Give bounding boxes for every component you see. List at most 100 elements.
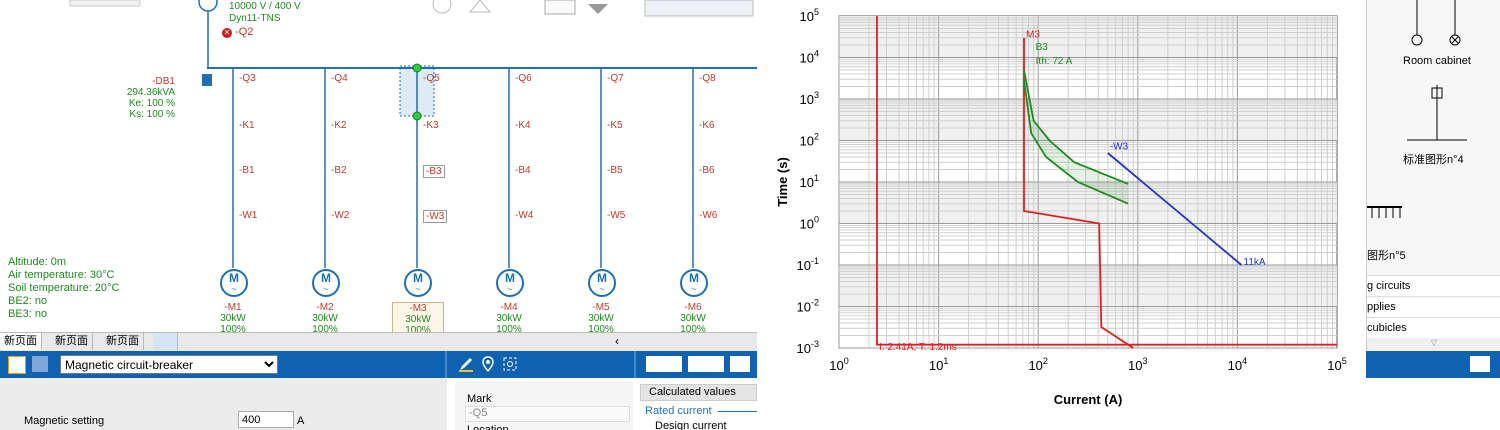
feeder-b-label[interactable]: -B1: [239, 165, 255, 176]
page-tab-1[interactable]: 新页面: [0, 333, 42, 350]
library-item-supplies[interactable]: pplies: [1367, 296, 1500, 317]
motor-symbol[interactable]: M ~: [312, 269, 340, 297]
magnetic-setting-input[interactable]: [238, 411, 294, 428]
annotation-label: Ith: 72 A: [1036, 56, 1073, 67]
x-tick-label: 103: [1128, 356, 1147, 373]
feeder-q-label[interactable]: -Q3: [239, 73, 256, 84]
page-tab-2[interactable]: 新页面: [51, 333, 93, 350]
feeder-w-label[interactable]: -W2: [331, 210, 349, 221]
motor-symbol[interactable]: M ~: [404, 269, 432, 297]
motor-symbol[interactable]: M ~: [496, 269, 524, 297]
motor-symbol[interactable]: M ~: [220, 269, 248, 297]
feeder-k-label[interactable]: -K3: [423, 120, 439, 131]
tripping-curve-chart[interactable]: 100 101 102 103 104 105 10-3 10-2 10-1 100 101 102 1…: [757, 0, 1366, 430]
motor-motor: -M1: [224, 302, 242, 313]
motor-info[interactable]: -M4 30kW 100%: [484, 302, 534, 332]
motor-symbol-tilde: ~: [507, 284, 513, 294]
toolbar-divider: [445, 351, 447, 378]
room-cabinet-label: Room cabinet: [1403, 55, 1471, 67]
motor-info[interactable]: -M1 30kW 100%: [208, 302, 258, 332]
motor-power: 30kW: [588, 313, 614, 324]
component-type-select[interactable]: Magnetic circuit-breaker: [60, 355, 278, 374]
motor-symbol-tilde: ~: [599, 284, 605, 294]
location-pin-icon[interactable]: [480, 356, 496, 372]
motor-info[interactable]: -M5 30kW 100%: [576, 302, 626, 332]
motor-info[interactable]: -M6 30kW 100%: [668, 302, 718, 332]
room-cabinet-symbol[interactable]: [1411, 0, 1461, 46]
add-page-icon[interactable]: [153, 333, 178, 350]
feeder-b-label[interactable]: -B6: [699, 165, 715, 176]
motor-symbol-tilde: ~: [415, 284, 421, 294]
library-item-circuits[interactable]: g circuits: [1367, 275, 1500, 296]
feeder-k-label[interactable]: -K6: [699, 120, 715, 131]
library-item-cubicles[interactable]: cubicles: [1367, 317, 1500, 338]
schematic-canvas[interactable]: 10000 V / 400 V Dyn11-TNS ✕ -Q2 -DB1 294…: [0, 0, 757, 332]
feeder-b-label[interactable]: -B2: [331, 165, 347, 176]
selection-handle[interactable]: [412, 63, 422, 73]
standard-shape-5-label: 图形n°5: [1367, 250, 1406, 262]
feeder-q-label[interactable]: -Q4: [331, 73, 348, 84]
motor-info[interactable]: -M3 30kW 100%: [392, 302, 444, 332]
mark-field[interactable]: -Q5: [465, 406, 630, 422]
environment-info: Altitude: 0m Air temperature: 30°C Soil …: [8, 256, 119, 321]
rated-current-rule: [718, 411, 757, 412]
motor-motor: -M3: [409, 303, 427, 314]
panel-gap: [447, 378, 455, 430]
y-tick-label: 105: [800, 7, 819, 24]
feeder-w-label[interactable]: -W1: [239, 210, 257, 221]
feeder-w-label[interactable]: -W3: [423, 210, 448, 223]
design-current-label: Design current: [655, 420, 727, 430]
extra-view-icon[interactable]: [730, 356, 750, 372]
magnetic-setting-unit: A: [297, 415, 305, 427]
motor-symbol[interactable]: M ~: [588, 269, 616, 297]
layout-icon[interactable]: [1470, 356, 1490, 372]
chevron-left-icon[interactable]: ‹: [615, 334, 619, 348]
pen-icon[interactable]: [458, 356, 474, 372]
motor-motor: -M2: [316, 302, 334, 313]
feeder-q-label[interactable]: -Q7: [607, 73, 624, 84]
standard-shape-4-symbol[interactable]: [1407, 85, 1467, 141]
standard-shape-5-symbol[interactable]: [1367, 206, 1402, 218]
feeder-b-label[interactable]: -B4: [515, 165, 531, 176]
motor-symbol-letter: M: [229, 271, 239, 285]
env-air-temp: Air temperature: 30°C: [8, 269, 115, 281]
symbol-previews: [1367, 0, 1467, 218]
annotation-label: -W3: [1110, 142, 1129, 153]
y-tick-label: 101: [800, 173, 819, 190]
feeder-q-label[interactable]: -Q6: [515, 73, 532, 84]
table-view-icon[interactable]: [646, 356, 682, 372]
feeder-k-label[interactable]: -K5: [607, 120, 623, 131]
y-tick-label: 10-2: [797, 298, 819, 315]
page-tab-3[interactable]: 新页面: [102, 333, 144, 350]
feeder-k-label[interactable]: -K1: [239, 120, 255, 131]
expand-icon[interactable]: ▽: [1367, 338, 1500, 351]
motor-symbol[interactable]: M ~: [680, 269, 708, 297]
feeder-w-label[interactable]: -W4: [515, 210, 533, 221]
feeder-k-label[interactable]: -K4: [515, 120, 531, 131]
x-tick-label: 100: [829, 356, 848, 373]
calculated-values-panel: Calculated values Rated current Design c…: [640, 382, 757, 430]
mark-label: Mark: [467, 393, 492, 405]
feeder-k-label[interactable]: -K2: [331, 120, 347, 131]
feeder-q-label[interactable]: -Q8: [699, 73, 716, 84]
annotation-label: I: 2.41A, T: 1.2ms: [879, 342, 957, 353]
motor-symbol-letter: M: [413, 271, 423, 285]
target-icon[interactable]: [502, 356, 518, 372]
motor-info[interactable]: -M2 30kW 100%: [300, 302, 350, 332]
properties-icon[interactable]: [8, 356, 26, 374]
motor-symbol-letter: M: [689, 271, 699, 285]
selection-handle[interactable]: [412, 111, 422, 121]
annotation-label: M3: [1026, 30, 1040, 41]
calculated-values-header[interactable]: Calculated values: [640, 384, 757, 401]
feeder-b-label[interactable]: -B5: [607, 165, 623, 176]
feeder-b-label[interactable]: -B3: [423, 165, 445, 178]
x-tick-label: 101: [929, 356, 948, 373]
chart-view-icon[interactable]: [688, 356, 724, 372]
feeder-q-label[interactable]: -Q5: [423, 73, 440, 84]
motor-load: 100%: [312, 324, 338, 332]
y-tick-label: 104: [800, 49, 819, 66]
grid-icon[interactable]: [32, 356, 48, 372]
annotation-label: 11kA: [1244, 257, 1266, 268]
feeder-w-label[interactable]: -W5: [607, 210, 625, 221]
feeder-w-label[interactable]: -W6: [699, 210, 717, 221]
